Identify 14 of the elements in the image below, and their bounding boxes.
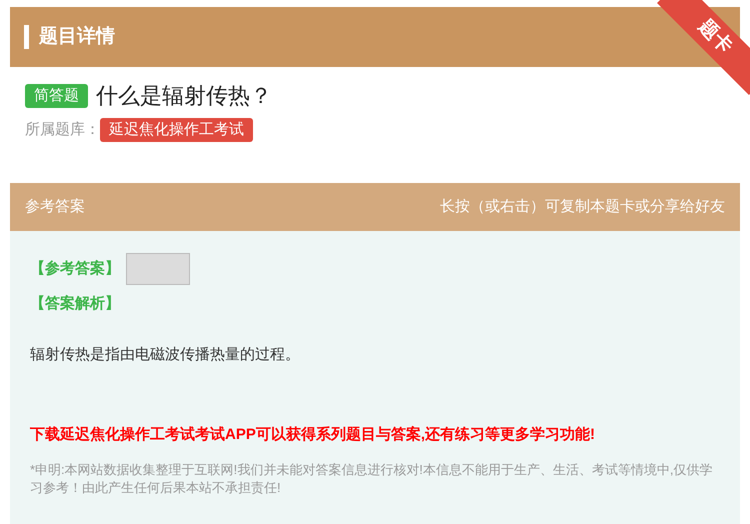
- answer-image-placeholder: [126, 253, 190, 285]
- analysis-text: 辐射传热是指由电磁波传播热量的过程。: [30, 344, 301, 364]
- question-text: 什么是辐射传热？: [96, 82, 272, 110]
- title-accent-bar: [24, 25, 29, 49]
- app-promo-text: 下载延迟焦化操作工考试考试APP可以获得系列题目与答案,还有练习等更多学习功能!: [30, 424, 596, 445]
- copy-hint: 长按（或右击）可复制本题卡或分享给好友: [440, 196, 725, 217]
- question-type-badge: 简答题: [25, 84, 88, 108]
- answer-label: 【参考答案】: [30, 258, 120, 279]
- disclaimer-text: *申明:本网站数据收集整理于互联网!我们并未能对答案信息进行核对!本信息不能用于生产、生活、考试等情境中,仅供学习参考！由此产生任何后果本站不承担责任!: [30, 460, 714, 496]
- analysis-label: 【答案解析】: [30, 294, 120, 314]
- bank-label: 所属题库：: [25, 120, 100, 140]
- bank-tag[interactable]: 延迟焦化操作工考试: [100, 118, 253, 142]
- page-title: 题目详情: [39, 24, 115, 49]
- answer-section-title: 参考答案: [25, 196, 85, 217]
